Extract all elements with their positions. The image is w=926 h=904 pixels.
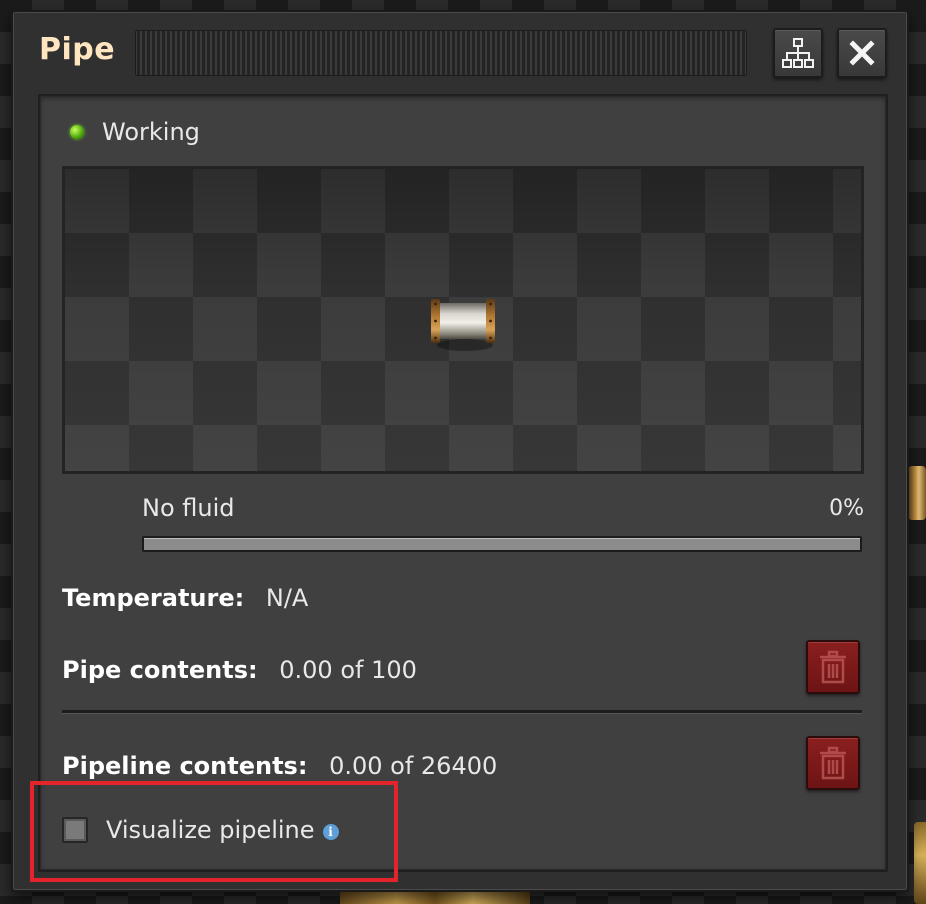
section-divider bbox=[62, 710, 862, 713]
temperature-row: Temperature: N/A bbox=[62, 584, 308, 612]
entity-panel: Working No fluid 0% Temperature: N/A Pip… bbox=[38, 94, 888, 872]
world-machine-entity bbox=[914, 822, 926, 904]
pipe-contents-value: 0.00 of 100 bbox=[279, 656, 417, 684]
pipe-contents-row: Pipe contents: 0.00 of 100 bbox=[62, 656, 417, 684]
close-button[interactable] bbox=[837, 28, 887, 78]
fluid-level-bar bbox=[142, 536, 862, 552]
pipeline-contents-label: Pipeline contents: bbox=[62, 752, 308, 780]
pipeline-contents-value: 0.00 of 26400 bbox=[329, 752, 498, 780]
pipeline-contents-row: Pipeline contents: 0.00 of 26400 bbox=[62, 752, 497, 780]
visualize-pipeline-checkbox[interactable] bbox=[62, 817, 88, 843]
pipe-contents-label: Pipe contents: bbox=[62, 656, 258, 684]
status-text: Working bbox=[102, 118, 200, 146]
entity-preview[interactable] bbox=[62, 166, 864, 474]
world-pipe-entity bbox=[908, 466, 926, 520]
hierarchy-icon bbox=[782, 38, 814, 68]
status-light-icon bbox=[70, 125, 84, 139]
temperature-label: Temperature: bbox=[62, 584, 245, 612]
entity-window: Pipe Working No fluid 0% Temperature: N/… bbox=[11, 10, 909, 892]
info-icon[interactable]: i bbox=[322, 824, 339, 840]
status-indicator: Working bbox=[70, 118, 200, 146]
pipe-sprite bbox=[431, 299, 495, 351]
trash-icon bbox=[820, 650, 846, 684]
trash-icon bbox=[820, 746, 846, 780]
tech-tree-button[interactable] bbox=[773, 28, 823, 78]
flush-pipe-button[interactable] bbox=[806, 640, 860, 694]
visualize-pipeline-row: Visualize pipeline i bbox=[62, 816, 339, 844]
window-titlebar: Pipe bbox=[13, 12, 907, 94]
fluid-name: No fluid bbox=[142, 494, 235, 522]
window-title: Pipe bbox=[39, 32, 116, 67]
drag-handle[interactable] bbox=[135, 30, 747, 76]
flush-pipeline-button[interactable] bbox=[806, 736, 860, 790]
visualize-pipeline-label[interactable]: Visualize pipeline bbox=[106, 816, 315, 844]
temperature-value: N/A bbox=[265, 584, 309, 612]
close-icon bbox=[849, 40, 875, 66]
fluid-percent: 0% bbox=[829, 496, 864, 521]
